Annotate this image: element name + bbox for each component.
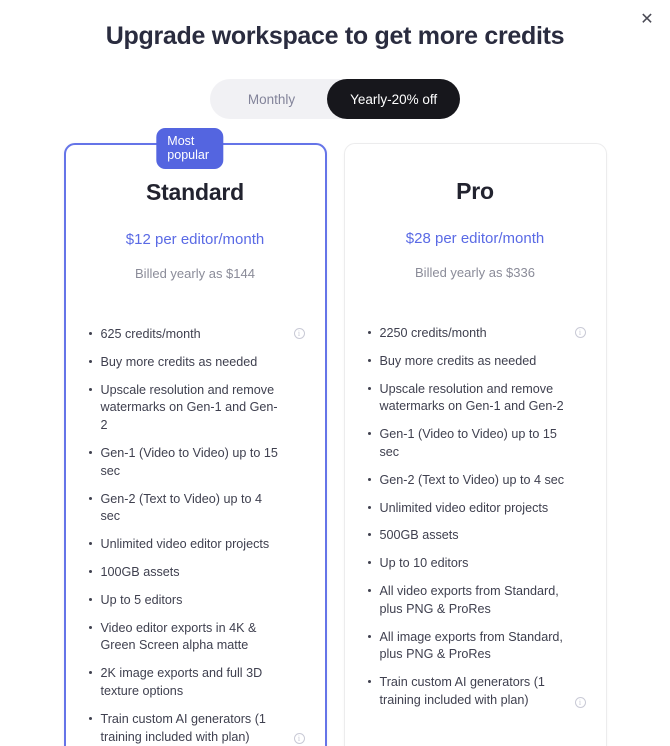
- billing-period-toggle: Monthly Yearly-20% off: [0, 79, 670, 119]
- feature-label: Up to 5 editors: [100, 592, 183, 607]
- bullet-icon: [88, 387, 92, 391]
- feature-label: Upscale resolution and remove watermarks…: [379, 381, 564, 414]
- page-title: Upgrade workspace to get more credits: [105, 22, 565, 50]
- feature-item: 625 credits/month i: [88, 326, 305, 344]
- bullet-icon: [367, 477, 371, 481]
- toggle-option-monthly[interactable]: Monthly: [210, 79, 327, 119]
- bullet-icon: [88, 496, 92, 500]
- feature-item: Unlimited video editor projects: [88, 536, 305, 554]
- feature-label: 2K image exports and full 3D texture opt…: [100, 666, 263, 698]
- feature-label: Unlimited video editor projects: [379, 500, 549, 515]
- bullet-icon: [367, 505, 371, 509]
- plan-name: Standard: [145, 179, 245, 205]
- bullet-icon: [367, 386, 371, 390]
- feature-item: Up to 5 editors: [88, 592, 305, 610]
- plan-card-standard: Most popular Standard $12 per editor/month…: [63, 128, 327, 746]
- feature-item: 100GB assets: [88, 564, 305, 582]
- plan-price: $28 per editor/month: [405, 230, 545, 247]
- feature-label: Gen-1 (Video to Video) up to 15 sec: [379, 427, 557, 459]
- feature-item: Train custom AI generators (1 training i…: [367, 674, 586, 710]
- feature-list: 625 credits/month i Buy more credits as ne…: [84, 326, 307, 746]
- bullet-icon: [367, 634, 371, 638]
- feature-item: Gen-2 (Text to Video) up to 4 sec: [88, 491, 305, 527]
- feature-label: Train custom AI generators (1 training i…: [100, 711, 266, 744]
- feature-label: All image exports from Standard, plus PN…: [379, 629, 563, 662]
- feature-label: Gen-1 (Video to Video) up to 15 sec: [100, 445, 278, 478]
- feature-item: All image exports from Standard, plus PN…: [367, 629, 586, 665]
- info-icon[interactable]: i: [293, 733, 305, 745]
- most-popular-badge: Most popular: [156, 128, 224, 169]
- plan-billing-note: Billed yearly as $144: [135, 266, 255, 281]
- feature-item: Gen-2 (Text to Video) up to 4 sec: [367, 472, 586, 490]
- info-icon[interactable]: i: [574, 327, 586, 338]
- feature-list: 2250 credits/month i Buy more credits as n…: [363, 325, 588, 746]
- info-icon[interactable]: i: [574, 696, 586, 708]
- feature-label: Gen-2 (Text to Video) up to 4 sec: [379, 472, 565, 487]
- plan-price: $12 per editor/month: [125, 231, 265, 248]
- feature-item: Train custom AI generators (1 training i…: [88, 711, 305, 746]
- feature-item: 2250 credits/month i: [367, 325, 586, 343]
- feature-label: Buy more credits as needed: [379, 353, 537, 368]
- feature-label: 625 credits/month: [100, 327, 201, 341]
- plan-name: Pro: [456, 178, 494, 204]
- feature-item: Unlimited video editor projects: [367, 500, 586, 518]
- feature-label: Unlimited video editor projects: [100, 537, 270, 552]
- feature-item: 500GB assets: [367, 527, 586, 545]
- bullet-icon: [367, 588, 371, 592]
- bullet-icon: [88, 332, 92, 335]
- feature-item: Gen-1 (Video to Video) up to 15 sec: [367, 426, 586, 462]
- bullet-icon: [88, 716, 92, 720]
- info-icon[interactable]: i: [293, 328, 305, 339]
- feature-label: Train custom AI generators (1 training i…: [379, 675, 545, 707]
- bullet-icon: [88, 450, 92, 454]
- feature-item: Buy more credits as needed: [367, 353, 586, 371]
- plan-list: Most popular Standard $12 per editor/month…: [0, 128, 670, 746]
- feature-label: Up to 10 editors: [379, 556, 469, 571]
- bullet-icon: [367, 331, 371, 334]
- toggle-track: Monthly Yearly-20% off: [209, 79, 461, 119]
- bullet-icon: [367, 432, 371, 436]
- feature-label: Buy more credits as needed: [100, 354, 258, 369]
- feature-item: Buy more credits as needed: [88, 354, 305, 372]
- feature-item: Up to 10 editors: [367, 555, 586, 573]
- bullet-icon: [88, 625, 92, 629]
- toggle-option-yearly[interactable]: Yearly-20% off: [327, 79, 461, 119]
- feature-label: 500GB assets: [379, 528, 459, 543]
- bullet-icon: [88, 569, 92, 573]
- feature-label: Video editor exports in 4K & Green Scree…: [100, 620, 257, 653]
- bullet-icon: [88, 671, 92, 675]
- feature-label: 100GB assets: [100, 564, 180, 579]
- feature-item: All video exports from Standard, plus PN…: [367, 583, 586, 619]
- bullet-icon: [88, 542, 92, 546]
- bullet-icon: [367, 533, 371, 537]
- plan-billing-note: Billed yearly as $336: [415, 265, 535, 280]
- bullet-icon: [367, 561, 371, 565]
- bullet-icon: [88, 597, 92, 601]
- bullet-icon: [367, 358, 371, 362]
- feature-item: Upscale resolution and remove watermarks…: [367, 381, 586, 417]
- feature-item: Gen-1 (Video to Video) up to 15 sec: [88, 445, 305, 481]
- bullet-icon: [88, 359, 92, 363]
- close-icon: ✕: [640, 11, 654, 28]
- feature-label: Gen-2 (Text to Video) up to 4 sec: [100, 491, 262, 524]
- plan-card-pro: Pro $28 per editor/month Billed yearly as …: [343, 143, 607, 746]
- feature-label: Upscale resolution and remove watermarks…: [100, 382, 278, 433]
- feature-label: 2250 credits/month: [379, 326, 487, 340]
- feature-item: Upscale resolution and remove watermarks…: [88, 382, 305, 435]
- feature-item: Video editor exports in 4K & Green Scree…: [88, 620, 305, 656]
- feature-item: 2K image exports and full 3D texture opt…: [88, 665, 305, 701]
- bullet-icon: [367, 680, 371, 684]
- close-modal-button[interactable]: ✕: [634, 7, 660, 33]
- feature-label: All video exports from Standard, plus PN…: [379, 583, 559, 616]
